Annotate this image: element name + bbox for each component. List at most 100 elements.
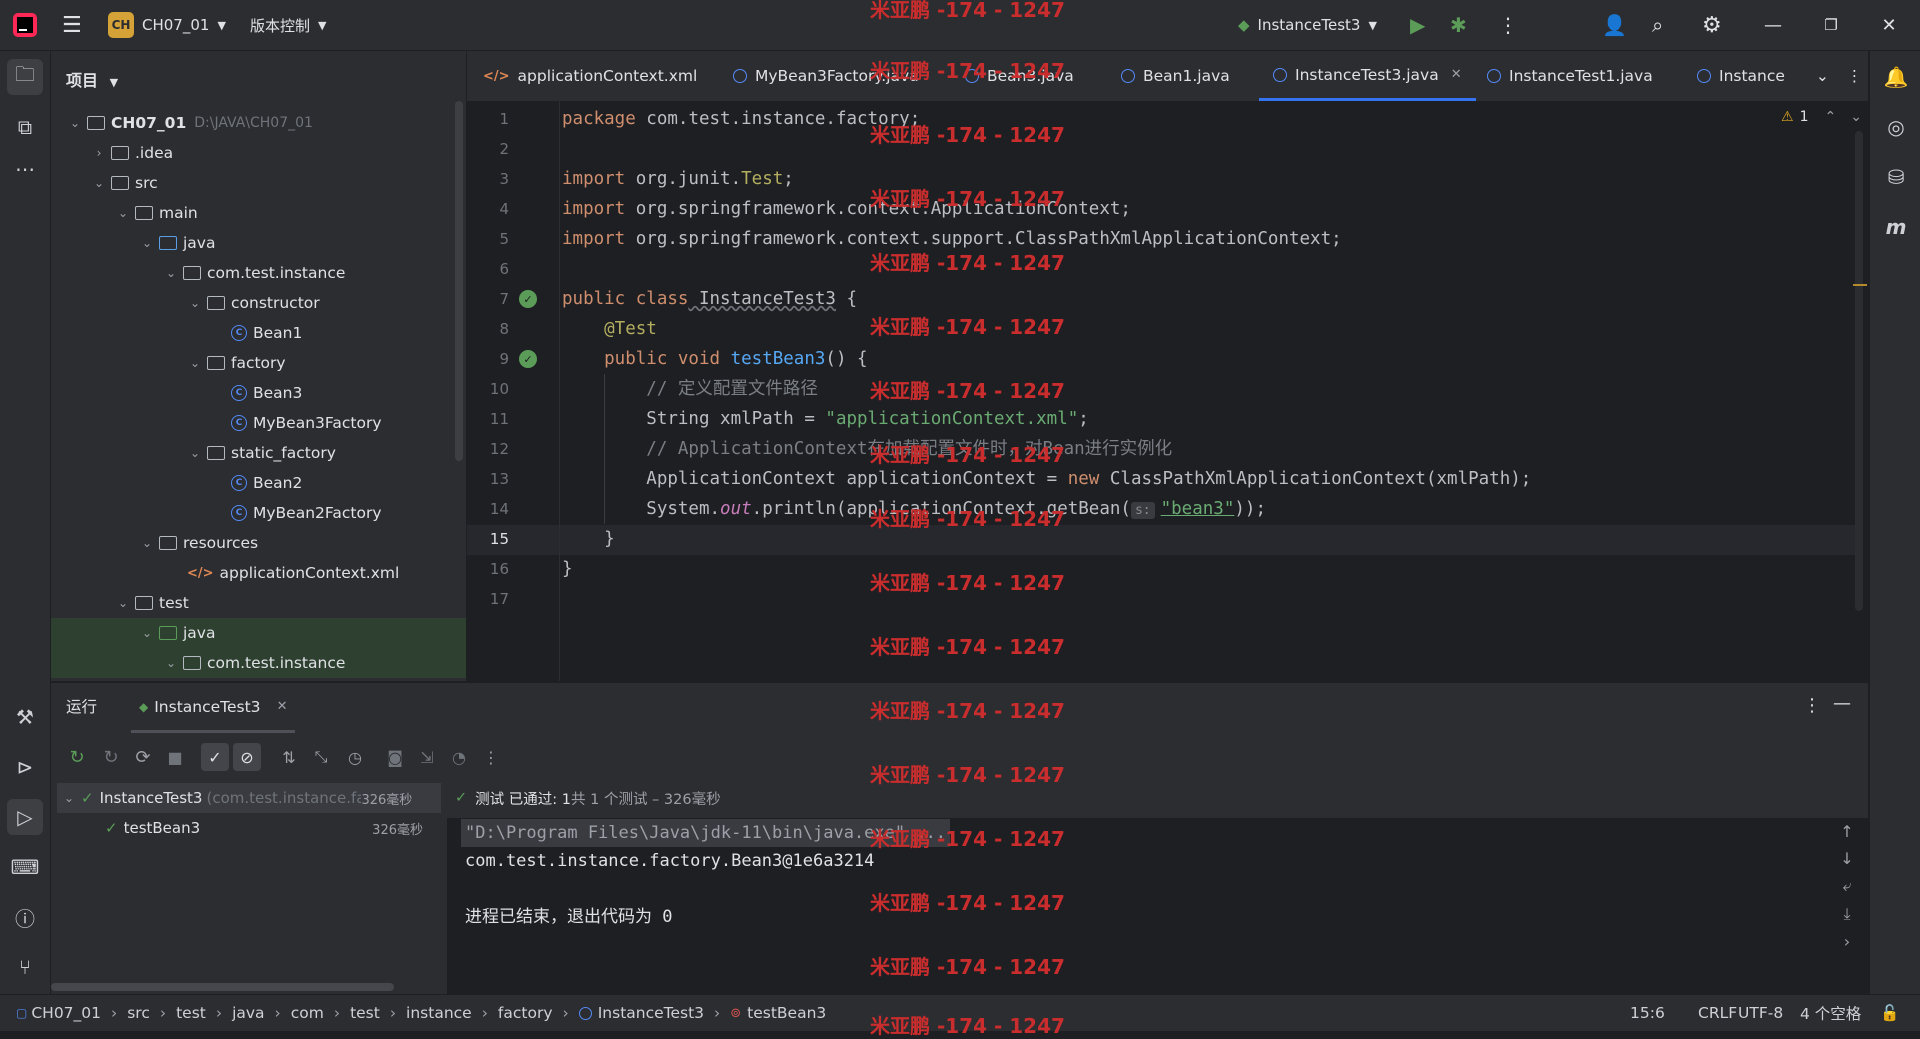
project-tool-icon[interactable]: 🗀 xyxy=(7,59,43,95)
tree-item-factory[interactable]: ⌄ factory xyxy=(51,348,466,378)
tree-item-mybean3factory[interactable]: C MyBean3Factory xyxy=(51,408,466,438)
run-test-gutter-icon[interactable]: ✓ xyxy=(519,350,537,368)
more-tools-icon[interactable]: ⋯ xyxy=(7,151,43,187)
tree-item-root[interactable]: ⌄ CH07_01 D:\JAVA\CH07_01 xyxy=(51,108,466,138)
inspection-widget[interactable]: ⚠ 1 ⌃ ⌄ xyxy=(1781,109,1862,125)
tree-item-constructor[interactable]: ⌄ constructor xyxy=(51,288,466,318)
breadcrumb-item[interactable]: java xyxy=(232,1004,264,1022)
run-config-tab[interactable]: ◆ InstanceTest3 ✕ xyxy=(131,683,296,733)
arrow-up-icon[interactable]: ↑ xyxy=(1840,822,1853,841)
settings-icon[interactable]: ⚙ xyxy=(1702,0,1722,50)
code-editor[interactable]: 1 2 3 4 5 6 7 8 9 10 11 12 13 14 15 16 1… xyxy=(467,101,1868,681)
breadcrumb-item[interactable]: CH07_01 xyxy=(31,1004,101,1022)
run-panel-options-icon[interactable]: ⋮ xyxy=(1803,695,1821,716)
more-actions-icon[interactable]: ⋮ xyxy=(1498,0,1518,50)
debug-icon[interactable]: ✱ xyxy=(1450,0,1467,50)
structure-tool-icon[interactable]: ⧉ xyxy=(7,109,43,145)
tree-item-package[interactable]: ⌄ com.test.instance xyxy=(51,258,466,288)
search-icon[interactable]: ⌕ xyxy=(1652,0,1663,50)
tree-item-test[interactable]: ⌄ test xyxy=(51,588,466,618)
close-tab-icon[interactable]: ✕ xyxy=(1451,67,1462,82)
tree-item-application-context[interactable]: </> applicationContext.xml xyxy=(51,558,466,588)
breadcrumb-item[interactable]: test xyxy=(176,1004,206,1022)
run-test-gutter-icon[interactable]: ✓ xyxy=(519,290,537,308)
account-icon[interactable]: 👤 xyxy=(1602,0,1627,50)
test-tree-child[interactable]: ✓ testBean3 326毫秒 xyxy=(57,813,441,843)
services-tool-icon[interactable]: ⊳ xyxy=(7,749,43,785)
tree-item-main[interactable]: ⌄ main xyxy=(51,198,466,228)
tree-item-bean2[interactable]: C Bean2 xyxy=(51,468,466,498)
tab-instance-more[interactable]: Instance xyxy=(1697,51,1785,101)
tree-item-bean3[interactable]: C Bean3 xyxy=(51,378,466,408)
breadcrumb-item[interactable]: instance xyxy=(406,1004,472,1022)
more-icon[interactable]: ⋮ xyxy=(477,743,505,771)
breadcrumb-item[interactable]: com xyxy=(291,1004,324,1022)
file-encoding[interactable]: UTF-8 xyxy=(1738,995,1783,1031)
snapshot-icon[interactable]: ◙ xyxy=(381,743,409,771)
run-icon[interactable]: ▶ xyxy=(1410,0,1425,50)
arrow-down-icon[interactable]: ↓ xyxy=(1840,849,1853,868)
line-separator[interactable]: CRLF xyxy=(1698,995,1737,1031)
tree-item-java[interactable]: ⌄ java xyxy=(51,228,466,258)
breadcrumb-item[interactable]: InstanceTest3 xyxy=(598,1004,704,1022)
problems-tool-icon[interactable]: ⓘ xyxy=(7,899,43,935)
tree-item-mybean2factory[interactable]: C MyBean2Factory xyxy=(51,498,466,528)
maven-icon[interactable]: m xyxy=(1878,209,1914,245)
tree-item-bean1[interactable]: C Bean1 xyxy=(51,318,466,348)
hide-panel-icon[interactable]: — xyxy=(1833,693,1851,714)
tab-instancetest3[interactable]: InstanceTest3.java ✕ xyxy=(1259,51,1476,101)
breadcrumb-item[interactable]: factory xyxy=(498,1004,553,1022)
minimize-button[interactable]: — xyxy=(1748,0,1798,50)
restore-button[interactable]: ❐ xyxy=(1806,0,1856,50)
run-config-selector[interactable]: ◆ InstanceTest3 ▼ xyxy=(1238,0,1377,50)
sort-icon[interactable]: ⇅ xyxy=(275,743,303,771)
git-tool-icon[interactable]: ⑂ xyxy=(7,949,43,985)
indent-setting[interactable]: 4 个空格 xyxy=(1800,995,1861,1031)
close-button[interactable]: ✕ xyxy=(1864,0,1914,50)
stop-icon[interactable]: ■ xyxy=(161,743,189,771)
test-tree-scrollbar[interactable] xyxy=(51,983,394,991)
import-icon[interactable]: ⇲ xyxy=(413,743,441,771)
database-icon[interactable]: ⛁ xyxy=(1878,159,1914,195)
tree-item-test-package[interactable]: ⌄ com.test.instance xyxy=(51,648,466,678)
run-tool-icon[interactable]: ▷ xyxy=(7,799,43,835)
notifications-icon[interactable]: 🔔 xyxy=(1878,59,1914,95)
lock-icon[interactable]: 🔓 xyxy=(1880,995,1899,1031)
coverage-icon[interactable]: ◔ xyxy=(445,743,473,771)
scroll-to-end-icon[interactable]: ⤓ xyxy=(1843,904,1850,924)
tree-item-src[interactable]: ⌄ src xyxy=(51,168,466,198)
tree-item-static-factory[interactable]: ⌄ static_factory xyxy=(51,438,466,468)
soft-wrap-icon[interactable]: ⤶ xyxy=(1843,876,1852,896)
ai-assistant-icon[interactable]: ◎ xyxy=(1878,109,1914,145)
warning-marker[interactable] xyxy=(1853,284,1867,286)
rerun-failed-icon[interactable]: ↻ xyxy=(97,743,125,771)
collapse-icon[interactable]: ⤡ xyxy=(307,743,335,771)
chevron-up-icon[interactable]: ⌃ xyxy=(1824,109,1836,125)
history-icon[interactable]: ◷ xyxy=(341,743,369,771)
tab-application-context-xml[interactable]: </> applicationContext.xml xyxy=(483,51,697,101)
tree-item-idea[interactable]: › .idea xyxy=(51,138,466,168)
breadcrumb-item[interactable]: testBean3 xyxy=(747,1004,826,1022)
breadcrumb-item[interactable]: src xyxy=(127,1004,150,1022)
chevron-right-icon[interactable]: › xyxy=(1844,932,1850,951)
close-tab-icon[interactable]: ✕ xyxy=(277,699,288,714)
toggle-auto-test-icon[interactable]: ⟳ xyxy=(129,743,157,771)
rerun-icon[interactable]: ↻ xyxy=(63,743,91,771)
console-output[interactable]: "D:\Program Files\Java\jdk-11\bin\java.e… xyxy=(447,818,1868,995)
tree-item-test-java[interactable]: ⌄ java xyxy=(51,618,466,648)
tab-bean1[interactable]: Bean1.java xyxy=(1121,51,1230,101)
vcs-menu[interactable]: 版本控制 ▼ xyxy=(250,0,326,50)
app-logo-icon[interactable] xyxy=(12,0,38,50)
build-tool-icon[interactable]: ⚒ xyxy=(7,699,43,735)
tabs-dropdown-icon[interactable]: ⌄ xyxy=(1816,67,1829,85)
main-menu-icon[interactable]: ☰ xyxy=(62,0,82,50)
show-passed-icon[interactable]: ✓ xyxy=(201,743,229,771)
project-switcher[interactable]: CH CH07_01 ▼ xyxy=(108,0,226,50)
cursor-position[interactable]: 15:6 xyxy=(1630,995,1665,1031)
chevron-down-icon[interactable]: ⌄ xyxy=(1850,109,1862,125)
terminal-tool-icon[interactable]: ⌨ xyxy=(7,849,43,885)
tree-item-resources[interactable]: ⌄ resources xyxy=(51,528,466,558)
tabs-more-icon[interactable]: ⋮ xyxy=(1847,67,1863,85)
editor-scrollbar[interactable] xyxy=(1855,131,1863,611)
show-ignored-icon[interactable]: ⊘ xyxy=(233,743,261,771)
